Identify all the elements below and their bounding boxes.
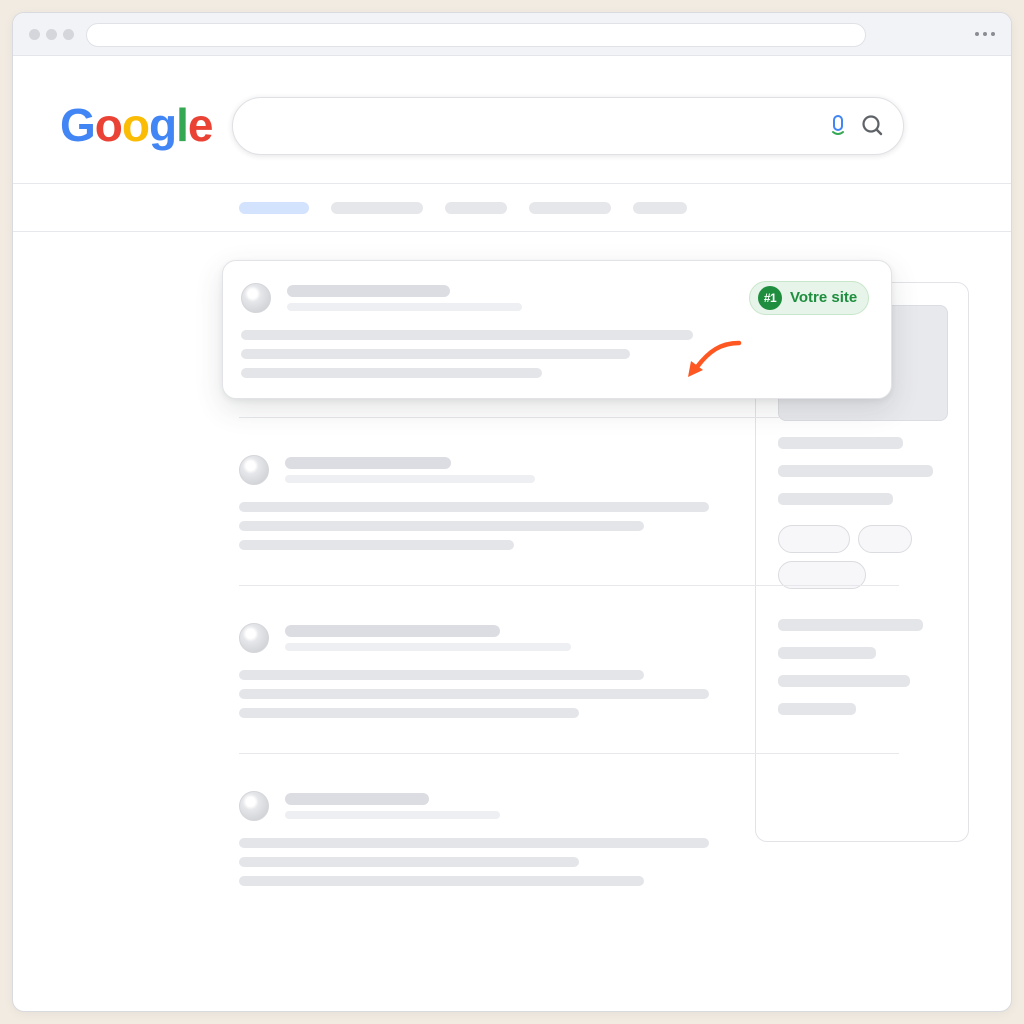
panel-chip[interactable] [778, 525, 850, 553]
panel-line [778, 465, 933, 477]
panel-line [778, 493, 893, 505]
site-favicon [239, 791, 269, 821]
site-favicon [239, 455, 269, 485]
result-divider [239, 417, 899, 418]
panel-line [778, 619, 923, 631]
result-snippet-line [239, 670, 644, 680]
rank-number: #1 [758, 286, 782, 310]
result-title-placeholder[interactable] [287, 285, 450, 297]
result-snippet-line [239, 521, 644, 531]
result-url-placeholder [285, 811, 500, 819]
logo-letter: G [60, 99, 96, 151]
site-favicon [241, 283, 271, 313]
result-snippet-line [239, 708, 579, 718]
top-result-card[interactable]: #1 Votre site [222, 260, 892, 399]
result-snippet-line [241, 330, 693, 340]
panel-chip[interactable] [858, 525, 912, 553]
mic-icon[interactable] [830, 114, 846, 138]
tab-images[interactable] [331, 202, 423, 214]
result-snippet-line [241, 368, 542, 378]
result-url-placeholder [285, 475, 535, 483]
result-snippet-line [239, 876, 644, 886]
result-divider [239, 753, 899, 754]
search-input[interactable] [232, 97, 904, 155]
panel-line [778, 703, 856, 715]
result-divider [239, 585, 899, 586]
tab-news[interactable] [529, 202, 611, 214]
tab-videos[interactable] [445, 202, 507, 214]
rank-label: Votre site [790, 289, 858, 306]
window-maximize-dot[interactable] [63, 29, 74, 40]
logo-letter: e [187, 99, 214, 151]
rank-badge: #1 Votre site [749, 281, 869, 315]
panel-line [778, 437, 903, 449]
tab-more[interactable] [633, 202, 687, 214]
browser-window: Google #1 Votre site [12, 12, 1012, 1012]
panel-line [778, 647, 876, 659]
result-snippet-line [241, 349, 630, 359]
logo-letter: o [94, 99, 123, 151]
logo-letter: g [149, 99, 177, 151]
result-snippet-line [239, 689, 709, 699]
curved-arrow-icon [688, 340, 742, 377]
header-divider [13, 183, 1011, 184]
browser-titlebar [13, 13, 1011, 56]
result-url-placeholder [285, 643, 571, 651]
window-close-dot[interactable] [29, 29, 40, 40]
site-favicon [239, 623, 269, 653]
result-snippet-line [239, 838, 709, 848]
result-title-placeholder[interactable] [285, 793, 429, 805]
address-bar[interactable] [86, 23, 866, 47]
result-url-placeholder [287, 303, 522, 311]
search-icon[interactable] [860, 113, 886, 139]
result-title-placeholder[interactable] [285, 625, 500, 637]
result-snippet-line [239, 857, 579, 867]
tabs-divider [13, 231, 1011, 232]
more-icon[interactable] [975, 32, 999, 38]
result-title-placeholder[interactable] [285, 457, 451, 469]
logo-letter: o [121, 99, 150, 151]
logo-letter: l [176, 99, 189, 151]
result-snippet-line [239, 502, 709, 512]
window-minimize-dot[interactable] [46, 29, 57, 40]
google-logo[interactable]: Google [60, 97, 214, 153]
result-snippet-line [239, 540, 514, 550]
tab-all[interactable] [239, 202, 309, 214]
panel-line [778, 675, 910, 687]
